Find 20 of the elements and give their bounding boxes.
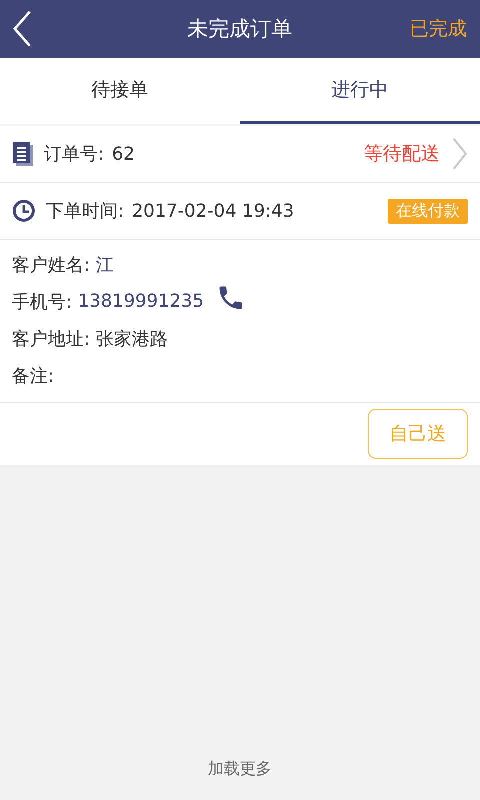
completed-button[interactable]: 已完成 (410, 16, 467, 42)
field-value: 张家港路 (96, 328, 168, 350)
field-label: 手机号: (12, 290, 72, 314)
field-value: 13819991235 (78, 291, 204, 312)
back-button[interactable] (12, 9, 34, 49)
document-icon (12, 141, 34, 167)
order-number: 62 (112, 144, 135, 164)
load-more-text[interactable]: 加载更多 (208, 759, 272, 780)
field-value: 江 (96, 254, 114, 276)
field-label: 客户地址: (12, 328, 90, 350)
payment-badge: 在线付款 (388, 198, 468, 224)
page-title: 未完成订单 (188, 16, 292, 43)
order-time: 2017-02-04 19:43 (132, 200, 294, 222)
tab[interactable]: 待接单 (0, 58, 240, 124)
field-label: 备注: (12, 364, 54, 388)
field-label: 客户姓名: (12, 254, 90, 276)
order-status: 等待配送 (364, 142, 440, 167)
order-number-label: 订单号: (44, 143, 104, 166)
clock-icon (12, 199, 36, 223)
order-time-label: 下单时间: (46, 200, 124, 223)
